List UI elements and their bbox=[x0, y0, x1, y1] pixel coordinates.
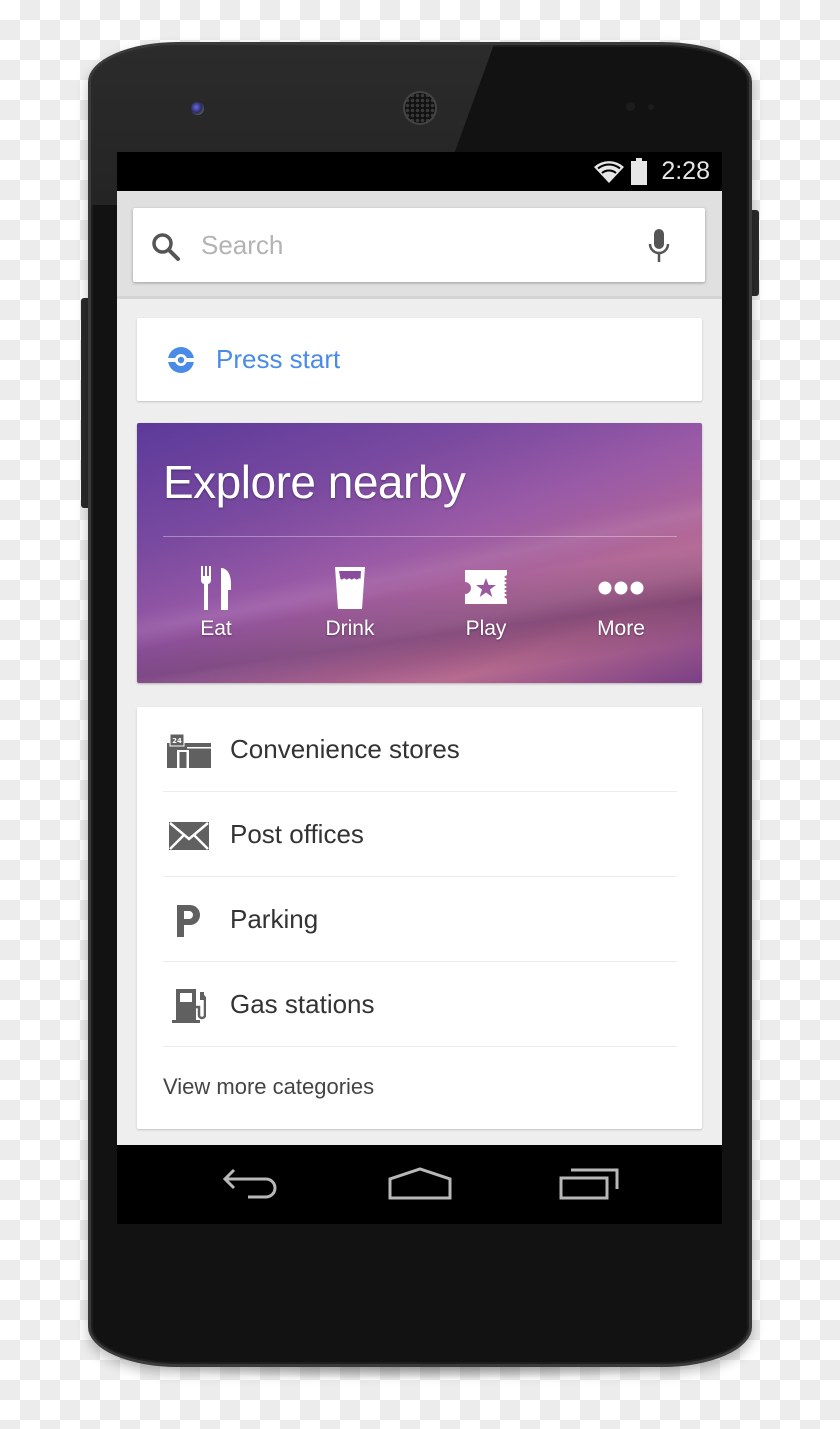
search-input[interactable] bbox=[201, 226, 621, 264]
list-item-convenience-stores[interactable]: 24 Convenience stores bbox=[163, 707, 677, 792]
place-label: Convenience stores bbox=[230, 734, 460, 764]
explore-action-drink[interactable]: Drink bbox=[295, 563, 405, 663]
places-card: 24 Convenience stores Post offices Parki… bbox=[137, 707, 702, 1129]
search-icon[interactable] bbox=[151, 232, 181, 267]
envelope-icon bbox=[165, 816, 213, 856]
list-item-parking[interactable]: Parking bbox=[163, 877, 677, 962]
press-start-label: Press start bbox=[216, 344, 341, 374]
battery-icon bbox=[631, 158, 647, 191]
place-label: Gas stations bbox=[230, 989, 375, 1019]
list-item-post-offices[interactable]: Post offices bbox=[163, 792, 677, 877]
convenience-store-24-icon: 24 bbox=[165, 731, 213, 771]
home-icon[interactable] bbox=[388, 1167, 452, 1206]
explore-nearby-card: Explore nearby Eat Drink Play More bbox=[137, 423, 702, 683]
fork-knife-icon bbox=[161, 563, 271, 613]
earpiece-speaker bbox=[403, 91, 437, 125]
explore-action-label: Play bbox=[465, 617, 507, 640]
svg-text:24: 24 bbox=[172, 737, 182, 745]
clock: 2:28 bbox=[661, 157, 710, 185]
explore-action-label: Drink bbox=[325, 617, 375, 640]
explore-action-label: Eat bbox=[200, 617, 232, 640]
phone-screen: 2:28 Search Press start Explore nearby E… bbox=[117, 152, 722, 1224]
explore-action-play[interactable]: Play bbox=[431, 563, 541, 663]
gas-pump-icon bbox=[165, 986, 213, 1026]
place-label: Parking bbox=[230, 904, 319, 934]
place-label: Post offices bbox=[230, 819, 364, 849]
mic-icon[interactable] bbox=[648, 229, 670, 268]
search-area bbox=[117, 191, 722, 299]
recents-icon[interactable] bbox=[559, 1167, 619, 1206]
explore-title: Explore nearby bbox=[163, 456, 466, 508]
glass-icon bbox=[295, 563, 405, 613]
press-start-card[interactable]: Press start bbox=[137, 318, 702, 401]
list-item-gas-stations[interactable]: Gas stations bbox=[163, 962, 677, 1047]
wifi-icon bbox=[593, 160, 625, 189]
explore-action-eat[interactable]: Eat bbox=[161, 563, 271, 663]
view-more-categories-link[interactable]: View more categories bbox=[163, 1074, 374, 1100]
more-dots-icon bbox=[566, 563, 676, 613]
ticket-star-icon bbox=[431, 563, 541, 613]
proximity-sensor bbox=[626, 102, 635, 111]
parking-icon bbox=[165, 901, 213, 941]
pokeball-icon bbox=[167, 346, 195, 379]
divider bbox=[163, 536, 677, 537]
navigation-bar bbox=[117, 1145, 722, 1224]
explore-action-more[interactable]: More bbox=[566, 563, 676, 663]
explore-action-label: More bbox=[597, 617, 645, 640]
front-camera bbox=[191, 102, 204, 115]
status-bar: 2:28 bbox=[117, 152, 722, 191]
back-icon[interactable] bbox=[222, 1167, 280, 1206]
search-bar[interactable] bbox=[133, 208, 705, 282]
power-button bbox=[751, 210, 759, 296]
light-sensor bbox=[648, 104, 654, 110]
